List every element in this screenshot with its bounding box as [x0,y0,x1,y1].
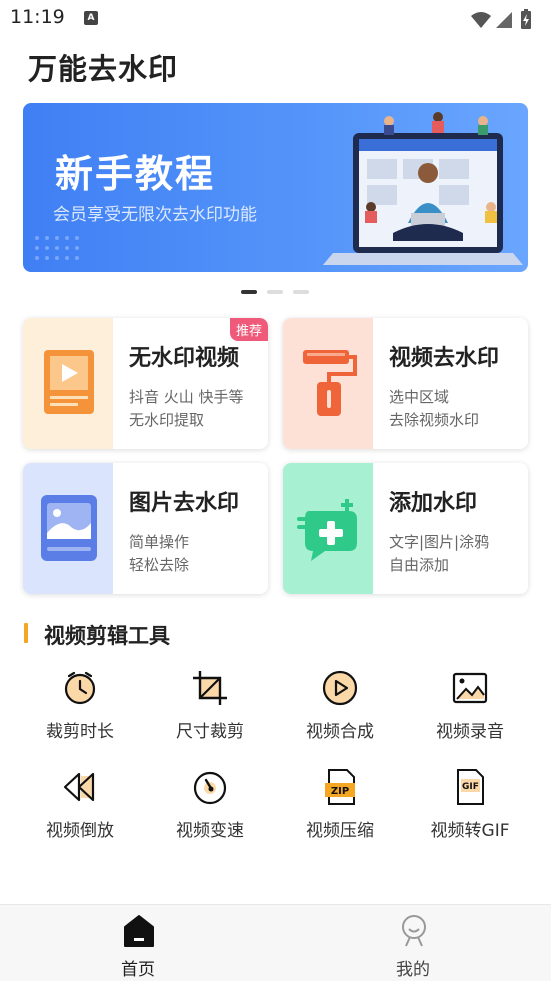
tool-label: 视频录音 [436,722,504,742]
bottom-tab-bar: 首页 我的 [0,904,551,981]
zip-file-icon: ZIP [325,769,355,805]
cell-signal-icon [496,12,512,28]
svg-text:ZIP: ZIP [331,786,349,797]
tool-label: 视频变速 [176,821,244,841]
profile-icon [402,915,426,947]
card-title: 图片去水印 [129,491,240,516]
battery-icon [521,9,531,29]
tool-size-crop[interactable]: 尺寸裁剪 [145,669,275,749]
tool-label: 视频倒放 [46,821,114,841]
card-video-remove-watermark[interactable]: 视频去水印 选中区域 去除视频水印 [283,318,528,449]
card-title: 视频去水印 [389,346,500,371]
tool-label: 尺寸裁剪 [176,722,244,742]
card-description: 简单操作 轻松去除 [129,533,190,574]
signal-battery-icons [471,9,531,29]
play-circle-icon [322,670,358,706]
section-title: 视频剪辑工具 [24,620,170,648]
banner-subtitle: 会员享受无限次去水印功能 [53,205,257,225]
tool-video-record-audio[interactable]: 视频录音 [405,669,535,749]
card-icon-box [23,318,113,449]
card-title: 无水印视频 [129,346,240,371]
svg-text:GIF: GIF [462,782,479,792]
tool-trim-duration[interactable]: 裁剪时长 [15,669,145,749]
tab-profile[interactable]: 我的 [313,905,513,981]
card-description: 选中区域 去除视频水印 [389,388,480,429]
card-title: 添加水印 [389,491,478,516]
carousel-dot-2[interactable] [267,290,283,294]
tab-label: 首页 [121,960,155,980]
rewind-icon [63,772,95,802]
tutorial-banner[interactable]: 新手教程 会员享受无限次去水印功能 [23,103,528,272]
dot-pattern-decoration [35,236,79,260]
tool-video-compress[interactable]: ZIP 视频压缩 [275,768,405,848]
card-icon-box [23,463,113,594]
status-time: 11:19 [10,6,65,28]
image-frame-icon [452,672,488,704]
status-bar: 11:19 A [0,0,551,38]
tool-video-reverse[interactable]: 视频倒放 [15,768,145,848]
tool-video-to-gif[interactable]: GIF 视频转GIF [405,768,535,848]
carousel-dot-3[interactable] [293,290,309,294]
laptop-illustration [323,112,523,265]
carousel-indicator [241,290,311,295]
card-description: 抖音 火山 快手等 无水印提取 [129,388,244,429]
tool-label: 裁剪时长 [46,722,114,742]
paint-roller-icon [303,350,357,416]
image-icon [41,495,97,561]
crop-icon [193,671,227,705]
carousel-dot-1[interactable] [241,290,257,294]
banner-title: 新手教程 [55,152,216,196]
clock-icon [64,671,96,705]
recommend-badge: 推荐 [229,318,268,341]
notification-icon: A [84,11,98,25]
speed-icon [193,771,227,805]
card-description: 文字|图片|涂鸦 自由添加 [389,533,490,574]
home-icon [124,915,154,947]
card-add-watermark[interactable]: 添加水印 文字|图片|涂鸦 自由添加 [283,463,528,594]
tool-video-compose[interactable]: 视频合成 [275,669,405,749]
app-title: 万能去水印 [28,52,179,86]
section-accent-bar [24,623,28,643]
card-image-remove-watermark[interactable]: 图片去水印 简单操作 轻松去除 [23,463,268,594]
tool-label: 视频压缩 [306,821,374,841]
card-no-watermark-video[interactable]: 无水印视频 抖音 火山 快手等 无水印提取 推荐 [23,318,268,449]
tool-label: 视频转GIF [430,821,510,841]
tab-label: 我的 [396,960,430,980]
gif-file-icon: GIF [457,769,484,805]
card-icon-box [283,463,373,594]
tab-home[interactable]: 首页 [38,905,238,981]
add-watermark-icon [297,499,357,561]
video-play-icon [44,350,94,414]
tool-video-speed[interactable]: 视频变速 [145,768,275,848]
tool-label: 视频合成 [306,722,374,742]
wifi-icon [471,12,491,28]
card-icon-box [283,318,373,449]
